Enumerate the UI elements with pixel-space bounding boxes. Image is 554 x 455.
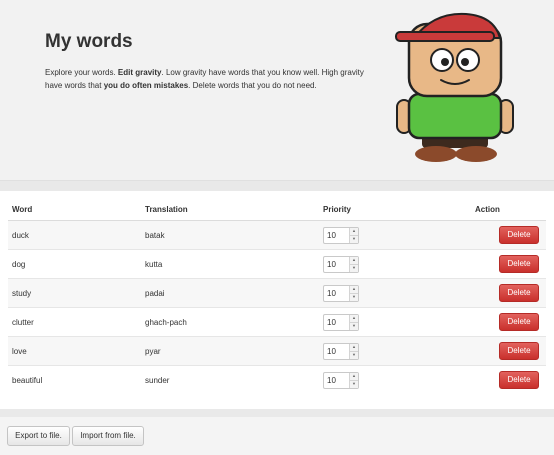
table-row: study padai ▲▼ Delete xyxy=(8,278,546,308)
table-row: love pyar ▲▼ Delete xyxy=(8,336,546,366)
mascot-image xyxy=(395,12,514,162)
table-row: clutter ghach-pach ▲▼ Delete xyxy=(8,307,546,337)
priority-stepper[interactable]: ▲▼ xyxy=(323,342,359,360)
priority-stepper[interactable]: ▲▼ xyxy=(323,284,359,302)
mascot-cap xyxy=(395,12,502,42)
translation-cell: ghach-pach xyxy=(145,307,323,337)
spinner: ▲ ▼ xyxy=(349,256,358,272)
desc-bold: Edit gravity xyxy=(117,68,162,77)
translation-cell: pyar xyxy=(145,336,323,366)
action-cell: Delete xyxy=(475,336,546,366)
spin-down-icon[interactable]: ▼ xyxy=(350,234,358,243)
priority-cell: ▲▼ xyxy=(323,220,475,250)
column-header-priority: Priority xyxy=(323,199,475,221)
translation-cell: sunder xyxy=(145,365,323,394)
desc-bold: you do often mistakes xyxy=(103,81,189,90)
hero-section: My words Explore your words. Edit gravit… xyxy=(0,0,554,181)
column-header-translation: Translation xyxy=(145,199,323,221)
translation-cell: kutta xyxy=(145,249,323,279)
mascot-shirt xyxy=(407,92,503,140)
priority-cell: ▲▼ xyxy=(323,307,475,337)
spinner: ▲ ▼ xyxy=(349,343,358,359)
spin-up-icon[interactable]: ▲ xyxy=(350,286,358,293)
spinner: ▲ ▼ xyxy=(349,285,358,301)
spin-up-icon[interactable]: ▲ xyxy=(350,315,358,322)
spin-down-icon[interactable]: ▼ xyxy=(350,263,358,272)
spin-up-icon[interactable]: ▲ xyxy=(350,257,358,264)
priority-cell: ▲▼ xyxy=(323,278,475,308)
spin-up-icon[interactable]: ▲ xyxy=(350,373,358,380)
delete-button[interactable]: Delete xyxy=(499,371,539,389)
word-cell: duck xyxy=(8,220,145,250)
word-cell: dog xyxy=(8,249,145,279)
words-panel: Word Translation Priority Action duck ba… xyxy=(0,191,554,409)
desc-part: . Delete words that you do not need. xyxy=(188,81,317,90)
priority-stepper[interactable]: ▲▼ xyxy=(323,313,359,331)
priority-cell: ▲▼ xyxy=(323,249,475,279)
priority-stepper[interactable]: ▲▼ xyxy=(323,371,359,389)
export-to-file-button[interactable]: Export to file. xyxy=(7,426,70,446)
priority-input[interactable] xyxy=(324,227,349,243)
action-cell: Delete xyxy=(475,278,546,308)
column-header-word: Word xyxy=(8,199,145,221)
delete-button[interactable]: Delete xyxy=(499,226,539,244)
delete-button[interactable]: Delete xyxy=(499,313,539,331)
action-cell: Delete xyxy=(475,307,546,337)
column-header-action: Action xyxy=(475,199,546,221)
word-cell: study xyxy=(8,278,145,308)
table-row: dog kutta ▲▼ Delete xyxy=(8,249,546,279)
spin-up-icon[interactable]: ▲ xyxy=(350,228,358,235)
spin-down-icon[interactable]: ▼ xyxy=(350,350,358,359)
delete-button[interactable]: Delete xyxy=(499,342,539,360)
word-cell: beautiful xyxy=(8,365,145,394)
priority-input[interactable] xyxy=(324,372,349,388)
priority-input[interactable] xyxy=(324,256,349,272)
priority-input[interactable] xyxy=(324,343,349,359)
desc-part: Explore your words. xyxy=(45,68,118,77)
priority-cell: ▲▼ xyxy=(323,365,475,394)
spinner: ▲ ▼ xyxy=(349,227,358,243)
translation-cell: padai xyxy=(145,278,323,308)
delete-button[interactable]: Delete xyxy=(499,255,539,273)
translation-cell: batak xyxy=(145,220,323,250)
priority-input[interactable] xyxy=(324,285,349,301)
priority-stepper[interactable]: ▲▼ xyxy=(323,255,359,273)
action-cell: Delete xyxy=(475,365,546,394)
action-cell: Delete xyxy=(475,249,546,279)
spin-down-icon[interactable]: ▼ xyxy=(350,379,358,388)
spin-down-icon[interactable]: ▼ xyxy=(350,292,358,301)
delete-button[interactable]: Delete xyxy=(499,284,539,302)
priority-stepper[interactable]: ▲▼ xyxy=(323,226,359,244)
table-row: duck batak ▲▼ Delete xyxy=(8,220,546,250)
page-description: Explore your words. Edit gravity. Low gr… xyxy=(45,66,375,92)
import-from-file-button[interactable]: Import from file. xyxy=(72,426,144,446)
table-header-row: Word Translation Priority Action xyxy=(8,199,546,221)
words-table: Word Translation Priority Action duck ba… xyxy=(8,199,546,394)
spinner: ▲ ▼ xyxy=(349,372,358,388)
spinner: ▲ ▼ xyxy=(349,314,358,330)
table-row: beautiful sunder ▲▼ Delete xyxy=(8,365,546,394)
word-cell: clutter xyxy=(8,307,145,337)
priority-cell: ▲▼ xyxy=(323,336,475,366)
footer-bar: Export to file. Import from file. xyxy=(0,417,554,455)
word-cell: love xyxy=(8,336,145,366)
priority-input[interactable] xyxy=(324,314,349,330)
page-title: My words xyxy=(45,31,133,52)
spin-down-icon[interactable]: ▼ xyxy=(350,321,358,330)
spin-up-icon[interactable]: ▲ xyxy=(350,344,358,351)
action-cell: Delete xyxy=(475,220,546,250)
